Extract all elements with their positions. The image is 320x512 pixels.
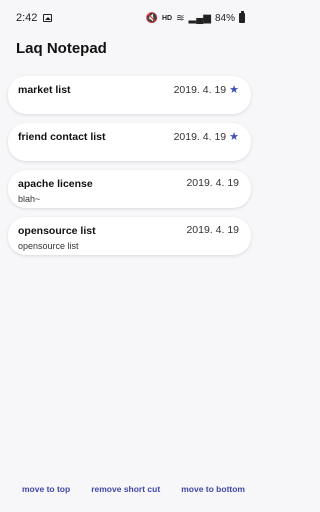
- note-item-market-list[interactable]: market list 2019. 4. 19 ★: [8, 76, 251, 114]
- page-title: Laq Notepad: [16, 40, 107, 57]
- remove-short-cut-button[interactable]: remove short cut: [91, 484, 160, 500]
- bottom-action-bar: move to top remove short cut move to bot…: [0, 484, 259, 500]
- wifi-icon: ≋: [176, 12, 185, 24]
- status-bar: 2:42 🔇 HD ≋ ▂▄▆ 84%: [0, 0, 259, 36]
- move-to-bottom-button[interactable]: move to bottom: [181, 484, 245, 500]
- move-to-top-button[interactable]: move to top: [22, 484, 70, 500]
- battery-icon: [239, 11, 245, 23]
- hd-label: HD: [162, 14, 173, 22]
- note-date: 2019. 4. 19: [186, 224, 239, 236]
- note-date-wrapper: 2019. 4. 19 ★: [173, 83, 239, 97]
- note-preview: opensource list: [18, 241, 79, 251]
- note-date-wrapper: 2019. 4. 19: [186, 177, 239, 189]
- note-date: 2019. 4. 19: [173, 130, 227, 143]
- star-icon[interactable]: ★: [229, 130, 239, 143]
- note-item-friend-contact-list[interactable]: friend contact list 2019. 4. 19 ★: [8, 123, 251, 161]
- clock: 2:42: [16, 12, 38, 24]
- status-right: 🔇 HD ≋ ▂▄▆ 84%: [145, 11, 245, 24]
- image-notification-icon: [43, 14, 53, 22]
- mute-icon: 🔇: [145, 12, 158, 24]
- note-date-wrapper: 2019. 4. 19 ★: [173, 130, 239, 144]
- note-date: 2019. 4. 19: [186, 177, 239, 189]
- signal-icon: ▂▄▆: [188, 12, 211, 24]
- note-date: 2019. 4. 19: [173, 83, 227, 96]
- notes-list: market list 2019. 4. 19 ★ friend contact…: [8, 76, 251, 264]
- note-item-opensource-list[interactable]: opensource list opensource list 2019. 4.…: [8, 217, 251, 255]
- battery-percent: 84%: [214, 12, 235, 24]
- note-item-apache-license[interactable]: apache license blah~ 2019. 4. 19: [8, 170, 251, 208]
- status-left: 2:42: [16, 12, 53, 24]
- note-date-wrapper: 2019. 4. 19: [186, 224, 239, 236]
- star-icon[interactable]: ★: [229, 83, 239, 96]
- note-preview: blah~: [18, 194, 41, 204]
